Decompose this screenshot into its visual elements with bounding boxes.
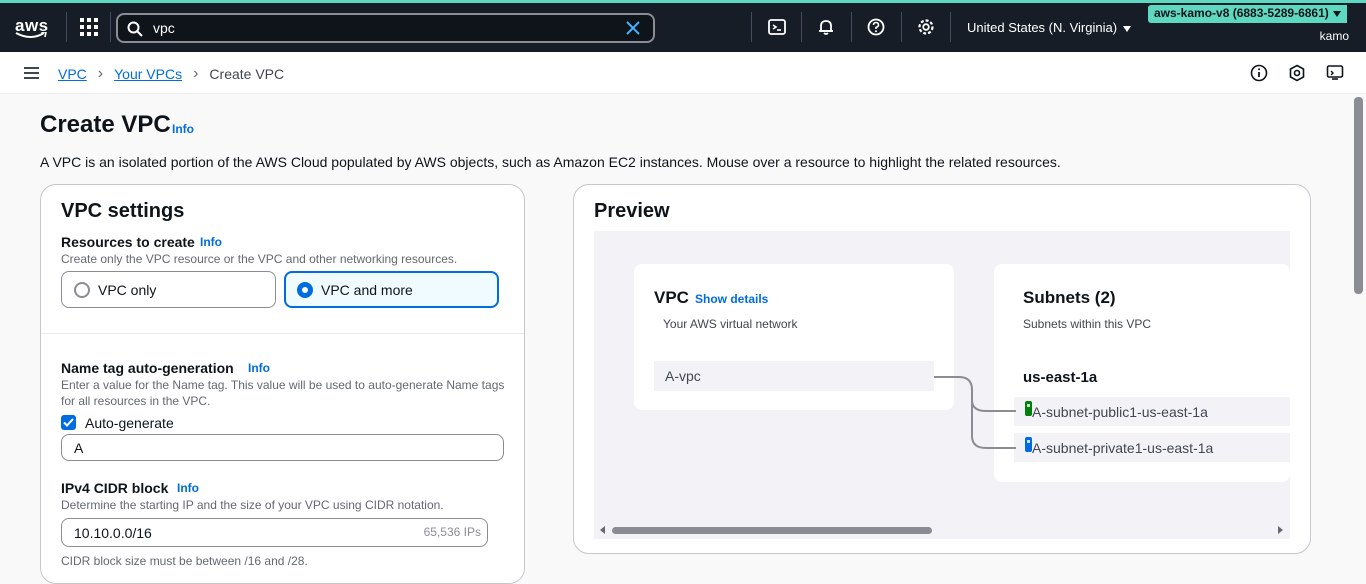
info-icon[interactable] [1250,64,1268,82]
breadcrumb-current: Create VPC [209,66,285,82]
vpc-resource-name: A-vpc [665,368,701,384]
private-subnet-icon [1025,437,1032,452]
subnets-card-title: Subnets (2) [1023,288,1116,307]
public-subnet-icon [1025,401,1032,416]
subnet-private[interactable]: A-subnet-private1-us-east-1a [1014,433,1290,462]
vpc-card-subtitle: Your AWS virtual network [663,317,798,331]
subnets-card-subtitle: Subnets within this VPC [1023,317,1152,331]
resources-label: Resources to create [61,234,195,250]
nav-divider [66,12,67,42]
nametag-info-link[interactable]: Info [248,361,270,375]
resources-info-link[interactable]: Info [200,235,222,249]
region-selector[interactable]: United States (N. Virginia) [967,20,1132,35]
cidr-description: Determine the starting IP and the size o… [61,498,444,512]
aws-logo[interactable]: aws [14,14,50,40]
breadcrumb: VPC › Your VPCs › Create VPC [58,65,284,83]
cidr-input[interactable]: 10.10.0.0/16 65,536 IPs [61,518,488,547]
option-vpc-and-more[interactable]: VPC and more [284,271,499,308]
nav-divider [751,12,752,42]
region-label: United States (N. Virginia) [967,20,1118,35]
account-label: aws-kamo-v8 (6883-5289-6861) [1154,6,1329,20]
top-navigation: aws vpc United States (N. Virginia) aws-… [0,0,1366,52]
vpc-resource[interactable]: A-vpc [654,361,934,391]
chevron-down-icon [1332,10,1341,17]
menu-icon[interactable] [24,67,39,79]
resources-description: Create only the VPC resource or the VPC … [61,252,458,266]
chevron-right-icon: › [193,65,199,82]
search-icon [127,21,143,37]
cloudshell-icon[interactable] [768,18,786,36]
cidr-info-link[interactable]: Info [177,481,199,495]
radio-selected[interactable] [297,282,313,298]
option-vpc-only[interactable]: VPC only [61,271,276,308]
radio-unselected[interactable] [74,282,90,298]
nav-divider [110,12,111,42]
preview-title: Preview [594,200,670,222]
autogenerate-label: Auto-generate [85,415,174,431]
option-vpc-only-label: VPC only [98,282,157,298]
subnet-public[interactable]: A-subnet-public1-us-east-1a [1014,397,1290,426]
chevron-down-icon [1123,25,1132,32]
clear-icon[interactable] [625,20,641,36]
user-name[interactable]: kamo [1320,29,1349,43]
availability-zone-label: us-east-1a [1023,369,1098,386]
vertical-scrollbar[interactable] [1354,97,1363,294]
page-title: Create VPC [40,111,171,138]
scroll-right-icon[interactable] [1278,526,1283,534]
gear-icon[interactable] [917,18,935,36]
breadcrumb-bar: VPC › Your VPCs › Create VPC [0,52,1366,94]
option-vpc-and-more-label: VPC and more [321,282,413,298]
services-grid-icon[interactable] [80,18,98,36]
divider [41,333,524,334]
vpc-card-title: VPC [654,288,689,307]
page-description: A VPC is an isolated portion of the AWS … [40,154,1061,170]
notifications-panel-icon[interactable] [1288,64,1306,82]
accent-strip [0,0,1366,3]
cidr-value: 10.10.0.0/16 [74,525,152,541]
nav-divider [950,12,951,42]
help-icon[interactable] [867,18,885,36]
page-info-link[interactable]: Info [172,122,194,136]
breadcrumb-vpc[interactable]: VPC [58,66,87,82]
nametag-description: Enter a value for the Name tag. This val… [61,378,505,408]
check-icon [63,418,74,427]
autogenerate-checkbox[interactable] [61,415,76,430]
horizontal-scrollbar[interactable] [612,527,932,534]
nametag-value: A [74,440,84,456]
cidr-label: IPv4 CIDR block [61,480,169,496]
tutorial-panel-icon[interactable] [1326,64,1344,82]
subnet-public-name: A-subnet-public1-us-east-1a [1032,404,1208,420]
nametag-label: Name tag auto-generation [61,360,234,376]
scroll-left-icon[interactable] [600,526,605,534]
account-menu[interactable]: aws-kamo-v8 (6883-5289-6861) [1148,5,1347,23]
breadcrumb-your-vpcs[interactable]: Your VPCs [114,66,182,82]
subnet-private-name: A-subnet-private1-us-east-1a [1032,440,1214,456]
bell-icon[interactable] [817,18,835,36]
nav-divider [801,12,802,42]
vpc-settings-title: VPC settings [61,200,185,222]
nav-divider [901,12,902,42]
nav-divider [851,12,852,42]
cidr-hint: CIDR block size must be between /16 and … [61,554,308,568]
cidr-ip-count: 65,536 IPs [423,525,481,539]
chevron-right-icon: › [97,65,104,82]
search-input[interactable]: vpc [116,13,655,43]
search-value: vpc [153,20,175,36]
vpc-show-details-link[interactable]: Show details [695,292,768,306]
nametag-input[interactable]: A [61,434,504,461]
connection-lines [934,376,1016,449]
